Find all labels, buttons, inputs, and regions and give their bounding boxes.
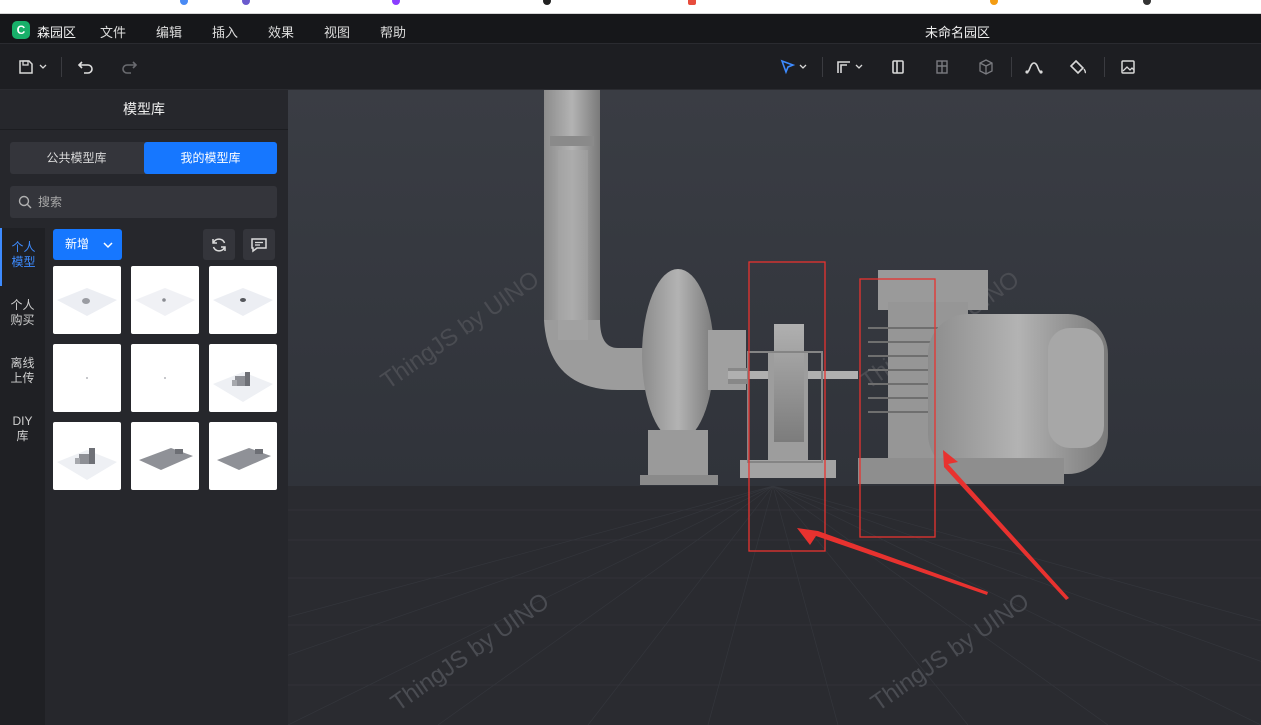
image-icon bbox=[1121, 60, 1135, 74]
model-preview-image bbox=[213, 372, 273, 402]
save-icon bbox=[19, 60, 47, 74]
model-thumbnail[interactable] bbox=[131, 344, 199, 412]
vtab-diy-library[interactable]: DIY 库 bbox=[0, 402, 45, 460]
menu-edit[interactable]: 编辑 bbox=[156, 22, 182, 41]
model-preview-image bbox=[57, 448, 117, 480]
vtab-label-line: 库 bbox=[16, 429, 29, 443]
model-preview-image bbox=[57, 288, 117, 316]
vtab-offline-upload[interactable]: 离线 上传 bbox=[0, 344, 45, 402]
pointer-icon bbox=[780, 59, 807, 75]
library-segment-control: 公共模型库 我的模型库 bbox=[10, 142, 277, 174]
window-tool-button[interactable] bbox=[930, 55, 954, 79]
tab-public-library[interactable]: 公共模型库 bbox=[10, 142, 143, 174]
door-icon bbox=[892, 60, 904, 74]
model-preview-image bbox=[217, 448, 271, 470]
menu-effect[interactable]: 效果 bbox=[268, 22, 294, 41]
model-thumbnail[interactable] bbox=[53, 344, 121, 412]
browser-tab-strip bbox=[0, 0, 1261, 14]
vtab-label-line: DIY bbox=[12, 414, 33, 428]
search-input[interactable] bbox=[38, 186, 268, 218]
scene-canvas[interactable]: ThingJS by UINO ThingJS by UINO ThingJS … bbox=[288, 90, 1261, 725]
redo-icon bbox=[122, 61, 138, 74]
menu-insert[interactable]: 插入 bbox=[212, 22, 238, 41]
paint-bucket-icon bbox=[1069, 59, 1087, 75]
redo-button[interactable] bbox=[117, 55, 141, 79]
search-icon bbox=[18, 195, 32, 209]
model-preview-image bbox=[135, 288, 195, 316]
tab-favicon bbox=[990, 0, 998, 5]
toolbar-divider bbox=[822, 57, 823, 77]
model-thumbnail[interactable] bbox=[209, 344, 277, 412]
path-tool-button[interactable] bbox=[1022, 55, 1046, 79]
model-preview-image bbox=[213, 288, 273, 316]
tab-favicon bbox=[392, 0, 400, 5]
panel-title: 模型库 bbox=[0, 90, 288, 130]
model-grid-area: 新增 bbox=[45, 228, 288, 725]
app-name: 森园区 bbox=[37, 25, 77, 40]
vtab-label-line: 购买 bbox=[10, 313, 35, 327]
refresh-icon bbox=[212, 237, 226, 252]
model-preview-image bbox=[164, 377, 166, 379]
toolbar bbox=[0, 44, 1261, 90]
model-thumbnail[interactable] bbox=[209, 266, 277, 334]
tab-my-library[interactable]: 我的模型库 bbox=[144, 142, 277, 174]
save-button[interactable] bbox=[14, 55, 50, 79]
model-preview-image bbox=[139, 448, 193, 470]
undo-button[interactable] bbox=[74, 55, 98, 79]
3d-viewport[interactable]: ThingJS by UINO ThingJS by UINO ThingJS … bbox=[288, 90, 1261, 725]
model-thumbnail[interactable] bbox=[209, 422, 277, 490]
model-thumbnail[interactable] bbox=[131, 266, 199, 334]
align-icon bbox=[837, 61, 863, 73]
app-logo-icon: C bbox=[12, 21, 30, 39]
model-library-panel: 模型库 公共模型库 我的模型库 个人 模型 个人 购买 离线 上传 DIY 库 … bbox=[0, 90, 288, 725]
toolbar-divider bbox=[1011, 57, 1012, 77]
model-thumbnail[interactable] bbox=[53, 422, 121, 490]
chevron-down-icon bbox=[103, 242, 113, 249]
vtab-label-line: 个人 bbox=[11, 240, 36, 254]
model-thumbnail[interactable] bbox=[53, 266, 121, 334]
model-preview-image bbox=[86, 377, 88, 379]
menu-view[interactable]: 视图 bbox=[324, 22, 350, 41]
window-icon bbox=[936, 60, 948, 74]
cube-tool-button[interactable] bbox=[974, 55, 998, 79]
vtab-label-line: 个人 bbox=[10, 298, 35, 312]
door-tool-button[interactable] bbox=[886, 55, 910, 79]
search-box bbox=[10, 186, 277, 218]
vtab-personal-purchases[interactable]: 个人 购买 bbox=[0, 286, 45, 344]
vtab-label-line: 上传 bbox=[10, 371, 35, 385]
tab-favicon bbox=[180, 0, 188, 5]
vtab-label-line: 模型 bbox=[11, 255, 36, 269]
cube-icon bbox=[979, 59, 993, 75]
new-model-button[interactable]: 新增 bbox=[53, 229, 122, 260]
tab-favicon bbox=[1143, 0, 1151, 5]
select-tool-button[interactable] bbox=[778, 55, 810, 79]
vtab-label-line: 离线 bbox=[10, 356, 35, 370]
paint-tool-button[interactable] bbox=[1066, 55, 1090, 79]
category-tabs: 个人 模型 个人 购买 离线 上传 DIY 库 bbox=[0, 228, 45, 725]
image-tool-button[interactable] bbox=[1116, 55, 1140, 79]
new-button-label: 新增 bbox=[65, 237, 90, 251]
menu-file[interactable]: 文件 bbox=[100, 22, 126, 41]
align-tool-button[interactable] bbox=[834, 55, 866, 79]
message-icon bbox=[251, 237, 267, 252]
tab-favicon bbox=[688, 0, 696, 5]
toolbar-divider bbox=[61, 57, 62, 77]
document-title[interactable]: 未命名园区 bbox=[925, 22, 990, 41]
model-thumbnail[interactable] bbox=[131, 422, 199, 490]
menubar: C 森园区 文件 编辑 插入 效果 视图 帮助 未命名园区 bbox=[0, 14, 1261, 44]
tab-favicon bbox=[543, 0, 551, 5]
vtab-personal-models[interactable]: 个人 模型 bbox=[0, 228, 45, 286]
path-icon bbox=[1025, 62, 1043, 74]
toolbar-divider bbox=[1104, 57, 1105, 77]
menu-help[interactable]: 帮助 bbox=[380, 22, 406, 41]
tab-favicon bbox=[242, 0, 250, 5]
refresh-button[interactable] bbox=[203, 229, 235, 260]
feedback-button[interactable] bbox=[243, 229, 275, 260]
undo-icon bbox=[77, 61, 93, 74]
